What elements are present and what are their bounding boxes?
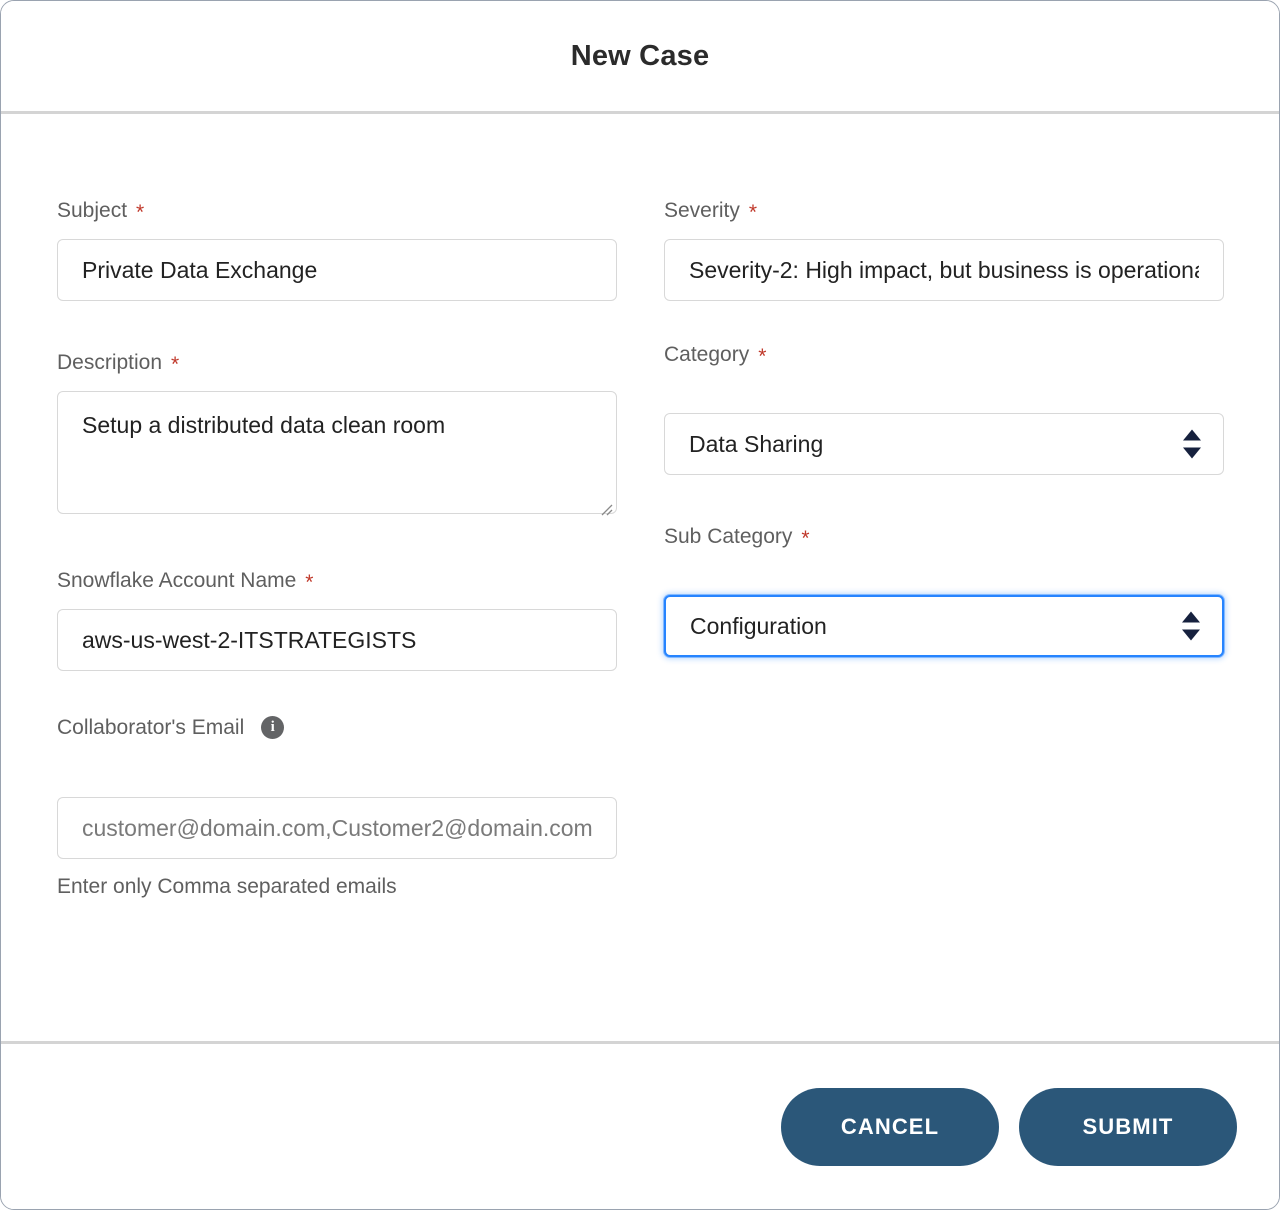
info-icon[interactable]: i (261, 716, 284, 739)
category-label-text: Category (664, 344, 749, 365)
sub-category-select[interactable]: Configuration (664, 595, 1224, 657)
spinner-down-icon[interactable] (1183, 448, 1201, 459)
category-label: Category * (664, 344, 1224, 365)
subject-label: Subject * (57, 200, 617, 221)
field-subject: Subject * (57, 200, 617, 301)
dialog-header: New Case (1, 1, 1279, 114)
field-severity: Severity * Severity-2: High impact, but … (664, 200, 1224, 301)
spinner-down-icon[interactable] (1182, 630, 1200, 641)
sub-category-label-text: Sub Category (664, 526, 792, 547)
description-textarea-wrap (57, 391, 617, 519)
field-description: Description * (57, 352, 617, 519)
spinner-up-icon[interactable] (1182, 612, 1200, 623)
description-textarea[interactable] (57, 391, 617, 514)
required-asterisk-icon: * (801, 528, 809, 549)
sub-category-value: Configuration (690, 613, 827, 640)
account-name-select[interactable]: aws-us-west-2-ITSTRATEGISTS (57, 609, 617, 671)
account-name-value: aws-us-west-2-ITSTRATEGISTS (82, 627, 416, 654)
required-asterisk-icon: * (171, 354, 179, 375)
severity-select[interactable]: Severity-2: High impact, but business is… (664, 239, 1224, 301)
collaborator-email-label-text: Collaborator's Email (57, 717, 244, 738)
new-case-dialog: New Case Subject * Description (0, 0, 1280, 1210)
required-asterisk-icon: * (758, 346, 766, 367)
dialog-body: Subject * Description * (1, 114, 1279, 1041)
field-sub-category: Sub Category * Configuration (664, 526, 1224, 657)
collaborator-email-input[interactable] (57, 797, 617, 859)
submit-button[interactable]: SUBMIT (1019, 1088, 1237, 1166)
spinner-up-down-icon[interactable] (1182, 612, 1200, 641)
field-category: Category * Data Sharing (664, 344, 1224, 475)
account-name-label: Snowflake Account Name * (57, 570, 617, 591)
sub-category-label: Sub Category * (664, 526, 1224, 547)
subject-label-text: Subject (57, 200, 127, 221)
dialog-title: New Case (571, 40, 710, 73)
description-label: Description * (57, 352, 617, 373)
severity-label: Severity * (664, 200, 1224, 221)
spinner-up-down-icon[interactable] (1183, 430, 1201, 459)
category-value: Data Sharing (689, 431, 823, 458)
spinner-up-icon[interactable] (1183, 430, 1201, 441)
collaborator-email-helper-text: Enter only Comma separated emails (57, 875, 617, 899)
cancel-button[interactable]: CANCEL (781, 1088, 999, 1166)
required-asterisk-icon: * (749, 202, 757, 223)
dialog-footer: CANCEL SUBMIT (1, 1041, 1279, 1209)
field-snowflake-account-name: Snowflake Account Name * aws-us-west-2-I… (57, 570, 617, 671)
description-label-text: Description (57, 352, 162, 373)
category-select[interactable]: Data Sharing (664, 413, 1224, 475)
subject-input[interactable] (57, 239, 617, 301)
severity-label-text: Severity (664, 200, 740, 221)
collaborator-email-label: Collaborator's Email i (57, 716, 617, 739)
severity-value: Severity-2: High impact, but business is… (689, 257, 1199, 284)
required-asterisk-icon: * (305, 572, 313, 593)
account-name-label-text: Snowflake Account Name (57, 570, 296, 591)
required-asterisk-icon: * (136, 202, 144, 223)
field-collaborator-email: Collaborator's Email i Enter only Comma … (57, 716, 617, 899)
